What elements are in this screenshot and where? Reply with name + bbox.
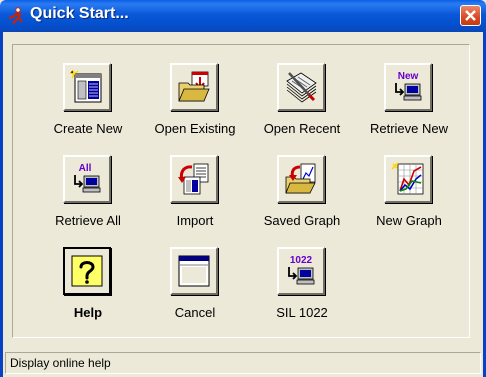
open-recent-button[interactable] <box>277 63 325 111</box>
new-graph-icon <box>391 162 424 195</box>
create-new-label: Create New <box>53 121 123 136</box>
sil-1022-label: SIL 1022 <box>276 305 328 320</box>
status-bar: Display online help <box>5 352 481 374</box>
tile-retrieve-new[interactable]: New Retrieve New <box>354 63 464 149</box>
retrieve-all-button[interactable]: All <box>63 155 111 203</box>
help-button[interactable] <box>63 247 111 295</box>
retrieve-all-label: Retrieve All <box>55 213 121 228</box>
new-graph-button[interactable] <box>384 155 432 203</box>
tile-open-recent[interactable]: Open Recent <box>247 63 357 149</box>
saved-graph-button[interactable] <box>277 155 325 203</box>
sil-1022-icon-text: 1022 <box>290 255 313 266</box>
import-button[interactable] <box>170 155 218 203</box>
retrieve-new-button[interactable]: New <box>384 63 432 111</box>
open-existing-label: Open Existing <box>154 121 236 136</box>
app-runner-icon <box>8 7 23 25</box>
cancel-button[interactable] <box>170 247 218 295</box>
help-question-icon <box>71 255 103 287</box>
status-text: Display online help <box>10 356 111 370</box>
sil-1022-icon: 1022 <box>288 255 315 285</box>
new-document-icon <box>69 69 102 103</box>
tile-sil-1022[interactable]: 1022 SIL 1022 <box>247 247 357 333</box>
create-new-button[interactable] <box>63 63 111 111</box>
window-close-icon <box>178 255 210 287</box>
open-existing-button[interactable] <box>170 63 218 111</box>
close-button[interactable] <box>460 5 481 26</box>
open-folder-icon <box>178 71 210 102</box>
tile-open-existing[interactable]: Open Existing <box>140 63 250 149</box>
tile-help[interactable]: Help <box>33 247 143 333</box>
recent-files-stack-icon <box>286 72 317 103</box>
retrieve-new-icon: New <box>395 71 422 101</box>
tile-import[interactable]: Import <box>140 155 250 241</box>
import-icon <box>178 163 209 195</box>
saved-graph-icon <box>285 163 316 194</box>
saved-graph-label: Saved Graph <box>263 213 341 228</box>
cancel-label: Cancel <box>174 305 216 320</box>
retrieve-all-icon-text: All <box>79 163 92 174</box>
tile-saved-graph[interactable]: Saved Graph <box>247 155 357 241</box>
title-bar[interactable]: Quick Start... <box>0 0 486 32</box>
tile-new-graph[interactable]: New Graph <box>354 155 464 241</box>
quick-start-panel: Create New Open Existing Open Recent New… <box>12 44 470 338</box>
tile-create-new[interactable]: Create New <box>33 63 143 149</box>
help-label: Help <box>73 305 103 320</box>
tile-cancel[interactable]: Cancel <box>140 247 250 333</box>
window-frame-left <box>0 32 3 377</box>
new-graph-label: New Graph <box>376 213 442 228</box>
retrieve-new-icon-text: New <box>398 71 419 82</box>
tile-retrieve-all[interactable]: All Retrieve All <box>33 155 143 241</box>
retrieve-new-label: Retrieve New <box>369 121 449 136</box>
window-title: Quick Start... <box>30 5 129 22</box>
open-recent-label: Open Recent <box>263 121 341 136</box>
sil-1022-button[interactable]: 1022 <box>277 247 325 295</box>
close-icon <box>465 10 476 21</box>
retrieve-all-icon: All <box>74 163 101 193</box>
import-label: Import <box>176 213 214 228</box>
